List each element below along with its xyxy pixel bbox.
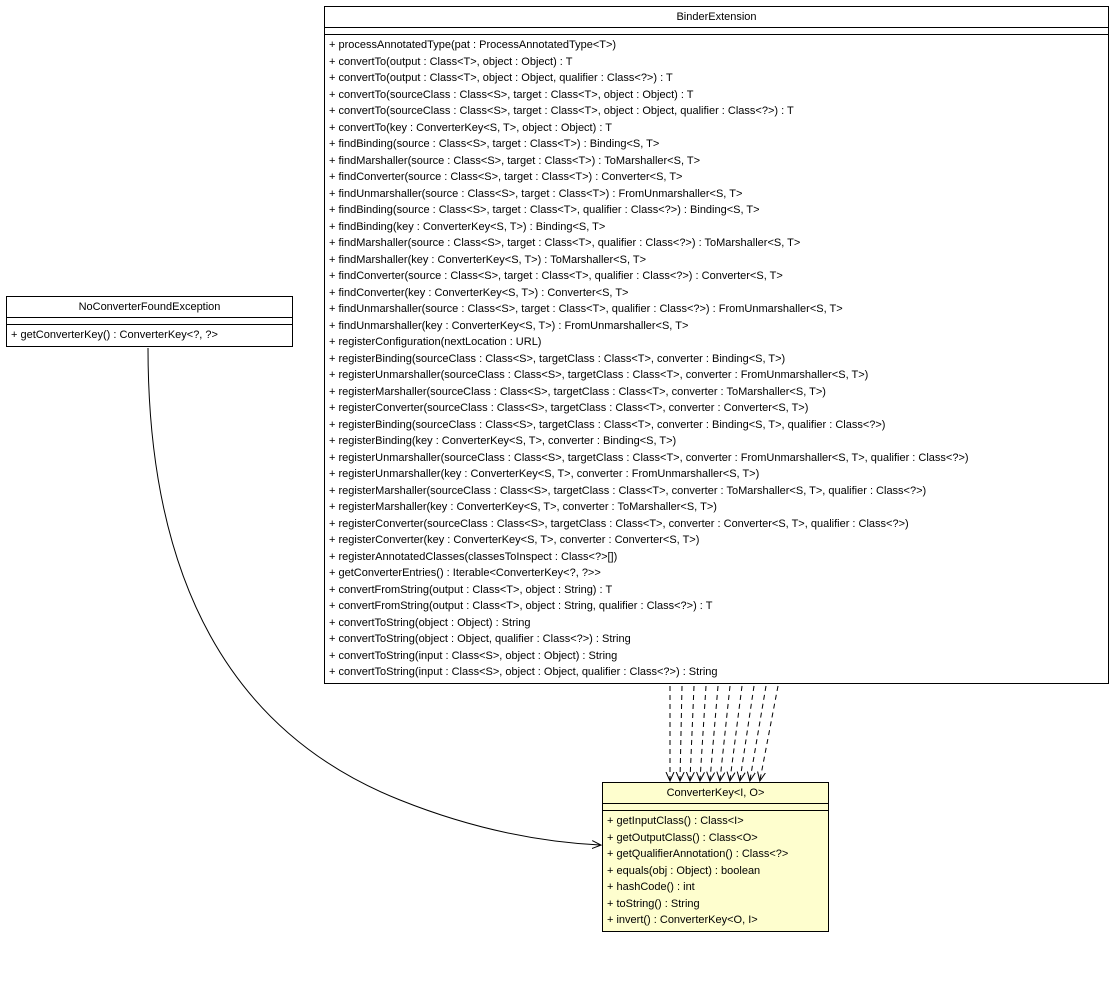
method-line: + getInputClass() : Class<I>: [607, 813, 824, 830]
method-line: + registerUnmarshaller(key : ConverterKe…: [329, 466, 1104, 483]
class-header-noconverter: NoConverterFoundException: [7, 297, 292, 318]
method-line: + convertToString(input : Class<S>, obje…: [329, 648, 1104, 665]
method-line: + registerBinding(sourceClass : Class<S>…: [329, 417, 1104, 434]
method-line: + getOutputClass() : Class<O>: [607, 830, 824, 847]
method-line: + findUnmarshaller(source : Class<S>, ta…: [329, 301, 1104, 318]
method-line: + findMarshaller(source : Class<S>, targ…: [329, 235, 1104, 252]
class-methods-converterkey: + getInputClass() : Class<I>+ getOutputC…: [603, 811, 828, 931]
connector-dashed-2: [680, 686, 682, 780]
connector-dashed-4: [700, 686, 706, 780]
method-line: + findUnmarshaller(key : ConverterKey<S,…: [329, 318, 1104, 335]
connector-dashed-6: [720, 686, 730, 780]
method-line: + findUnmarshaller(source : Class<S>, ta…: [329, 186, 1104, 203]
class-attrs-converterkey: [603, 804, 828, 811]
method-line: + registerConfiguration(nextLocation : U…: [329, 334, 1104, 351]
method-line: + convertTo(sourceClass : Class<S>, targ…: [329, 103, 1104, 120]
method-line: + processAnnotatedType(pat : ProcessAnno…: [329, 37, 1104, 54]
class-attrs-binderextension: [325, 28, 1108, 35]
method-line: + convertToString(object : Object) : Str…: [329, 615, 1104, 632]
method-line: + registerMarshaller(sourceClass : Class…: [329, 384, 1104, 401]
connector-dashed-7: [730, 686, 742, 780]
method-line: + registerUnmarshaller(sourceClass : Cla…: [329, 450, 1104, 467]
connector-dashed-3: [690, 686, 694, 780]
connector-dashed-10: [760, 686, 778, 780]
method-line: + convertTo(output : Class<T>, object : …: [329, 54, 1104, 71]
method-line: + registerBinding(sourceClass : Class<S>…: [329, 351, 1104, 368]
method-line: + findMarshaller(key : ConverterKey<S, T…: [329, 252, 1104, 269]
method-line: + getConverterKey() : ConverterKey<?, ?>: [11, 327, 288, 344]
method-line: + getConverterEntries() : Iterable<Conve…: [329, 565, 1104, 582]
method-line: + convertToString(input : Class<S>, obje…: [329, 664, 1104, 681]
class-methods-noconverter: + getConverterKey() : ConverterKey<?, ?>: [7, 325, 292, 346]
method-line: + findBinding(key : ConverterKey<S, T>) …: [329, 219, 1104, 236]
method-line: + registerAnnotatedClasses(classesToInsp…: [329, 549, 1104, 566]
method-line: + registerMarshaller(key : ConverterKey<…: [329, 499, 1104, 516]
method-line: + findConverter(source : Class<S>, targe…: [329, 169, 1104, 186]
class-noconverter: NoConverterFoundException + getConverter…: [6, 296, 293, 347]
method-line: + findConverter(key : ConverterKey<S, T>…: [329, 285, 1104, 302]
method-line: + convertFromString(output : Class<T>, o…: [329, 582, 1104, 599]
class-methods-binderextension: + processAnnotatedType(pat : ProcessAnno…: [325, 35, 1108, 683]
method-line: + registerConverter(key : ConverterKey<S…: [329, 532, 1104, 549]
method-line: + registerUnmarshaller(sourceClass : Cla…: [329, 367, 1104, 384]
method-line: + registerMarshaller(sourceClass : Class…: [329, 483, 1104, 500]
connector-dashed-9: [750, 686, 766, 780]
method-line: + registerConverter(sourceClass : Class<…: [329, 400, 1104, 417]
method-line: + convertTo(output : Class<T>, object : …: [329, 70, 1104, 87]
method-line: + convertToString(object : Object, quali…: [329, 631, 1104, 648]
class-converterkey: ConverterKey<I, O> + getInputClass() : C…: [602, 782, 829, 932]
method-line: + convertTo(key : ConverterKey<S, T>, ob…: [329, 120, 1104, 137]
method-line: + findConverter(source : Class<S>, targe…: [329, 268, 1104, 285]
method-line: + invert() : ConverterKey<O, I>: [607, 912, 824, 929]
method-line: + registerConverter(sourceClass : Class<…: [329, 516, 1104, 533]
connector-dashed-5: [710, 686, 718, 780]
method-line: + convertTo(sourceClass : Class<S>, targ…: [329, 87, 1104, 104]
method-line: + hashCode() : int: [607, 879, 824, 896]
method-line: + findMarshaller(source : Class<S>, targ…: [329, 153, 1104, 170]
method-line: + findBinding(source : Class<S>, target …: [329, 202, 1104, 219]
class-attrs-noconverter: [7, 318, 292, 325]
connector-dashed-8: [740, 686, 754, 780]
class-header-binderextension: BinderExtension: [325, 7, 1108, 28]
method-line: + toString() : String: [607, 896, 824, 913]
class-header-converterkey: ConverterKey<I, O>: [603, 783, 828, 804]
method-line: + findBinding(source : Class<S>, target …: [329, 136, 1104, 153]
method-line: + registerBinding(key : ConverterKey<S, …: [329, 433, 1104, 450]
method-line: + equals(obj : Object) : boolean: [607, 863, 824, 880]
method-line: + convertFromString(output : Class<T>, o…: [329, 598, 1104, 615]
method-line: + getQualifierAnnotation() : Class<?>: [607, 846, 824, 863]
class-binderextension: BinderExtension + processAnnotatedType(p…: [324, 6, 1109, 684]
